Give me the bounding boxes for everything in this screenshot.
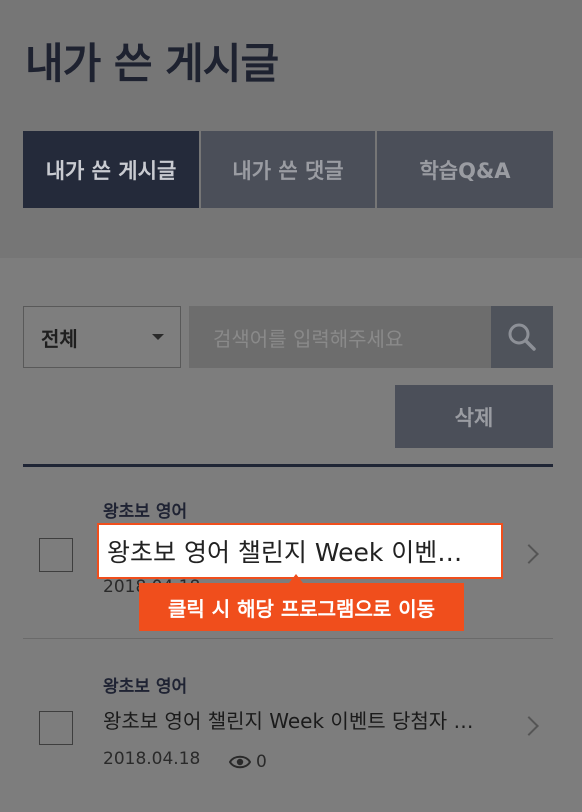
post-date: 2018.04.18: [103, 749, 201, 769]
row-divider: [23, 638, 553, 639]
tooltip: 클릭 시 해당 프로그램으로 이동: [139, 583, 464, 631]
search-placeholder: 검색어를 입력해주세요: [213, 326, 404, 351]
category-select[interactable]: 전체: [23, 306, 181, 368]
post-checkbox[interactable]: [39, 538, 73, 572]
chevron-down-icon: [152, 334, 164, 340]
post-title[interactable]: 왕초보 영어 챌린지 Week 이벤트 당첨자 …: [103, 705, 474, 734]
post-checkbox[interactable]: [39, 711, 73, 745]
search-icon: [508, 323, 536, 351]
post-title-highlight[interactable]: 왕초보 영어 챌린지 Week 이벤…: [97, 523, 503, 579]
category-select-value: 전체: [41, 326, 78, 351]
tab-my-comments[interactable]: 내가 쓴 댓글: [201, 131, 375, 208]
tab-my-posts[interactable]: 내가 쓴 게시글: [23, 131, 199, 208]
post-views: 0: [229, 752, 267, 772]
post-title: 왕초보 영어 챌린지 Week 이벤…: [107, 538, 463, 567]
header-area: 내가 쓴 게시글 내가 쓴 게시글 내가 쓴 댓글 학습Q&A: [0, 0, 582, 258]
tab-bar: 내가 쓴 게시글 내가 쓴 댓글 학습Q&A: [23, 131, 553, 208]
search-input[interactable]: 검색어를 입력해주세요: [189, 306, 491, 368]
tab-study-qna[interactable]: 학습Q&A: [377, 131, 553, 208]
search-button[interactable]: [491, 306, 553, 368]
tooltip-arrow: [289, 574, 303, 583]
list-top-divider: [23, 464, 553, 467]
post-category: 왕초보 영어: [103, 677, 188, 697]
post-category: 왕초보 영어: [103, 502, 188, 522]
eye-icon: [229, 755, 251, 769]
delete-button[interactable]: 삭제: [395, 385, 553, 448]
page-title: 내가 쓴 게시글: [25, 39, 279, 88]
view-count: 0: [256, 752, 267, 772]
